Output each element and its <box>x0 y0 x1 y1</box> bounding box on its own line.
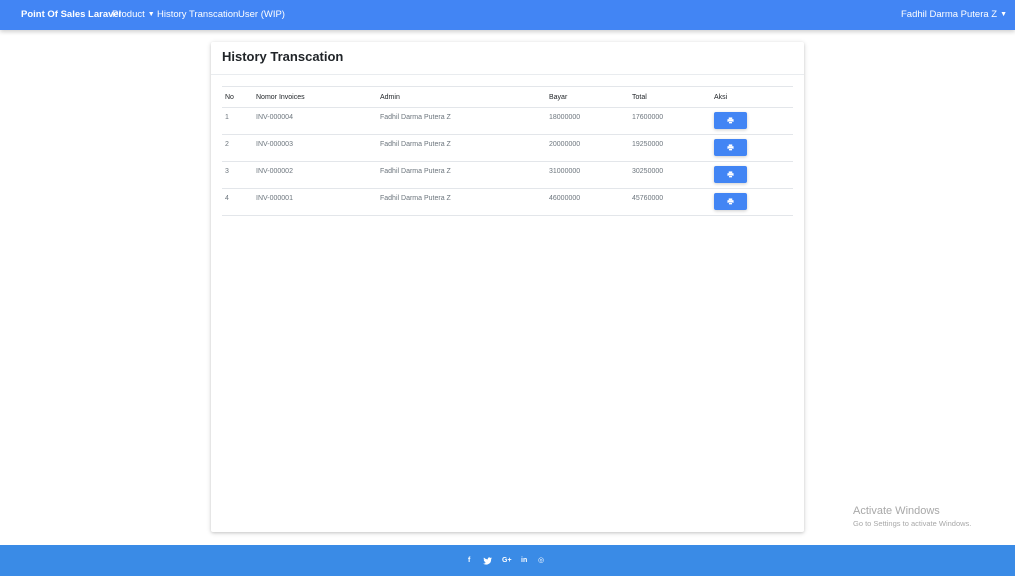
nav-user[interactable]: User (WIP) <box>238 9 285 20</box>
cell-admin: Fadhil Darma Putera Z <box>380 114 451 121</box>
cell-bayar: 18000000 <box>549 114 581 121</box>
caret-down-icon: ▼ <box>147 11 155 18</box>
cell-admin: Fadhil Darma Putera Z <box>380 168 451 175</box>
print-icon <box>727 144 734 151</box>
print-button[interactable] <box>714 166 747 183</box>
top-navbar: Point Of Sales Laravel Product ▼ History … <box>0 0 1015 30</box>
google-plus-icon[interactable]: G+ <box>502 557 512 565</box>
print-icon <box>727 171 734 178</box>
twitter-icon[interactable] <box>483 557 492 568</box>
header-no: No <box>222 86 253 108</box>
cell-no: 4 <box>225 195 229 202</box>
dribbble-icon[interactable]: ◎ <box>538 557 544 565</box>
print-icon <box>727 117 734 124</box>
cell-total: 45760000 <box>632 195 664 202</box>
cell-bayar: 31000000 <box>549 168 581 175</box>
table-row: 4 INV-000001 Fadhil Darma Putera Z 46000… <box>222 188 793 216</box>
cell-no: 1 <box>225 114 229 121</box>
table-row: 1 INV-000004 Fadhil Darma Putera Z 18000… <box>222 107 793 135</box>
watermark-title: Activate Windows <box>853 505 940 517</box>
cell-invoice: INV-000002 <box>256 168 293 175</box>
table-row: 3 INV-000002 Fadhil Darma Putera Z 31000… <box>222 161 793 189</box>
cell-total: 17600000 <box>632 114 664 121</box>
nav-history-transcation[interactable]: History Transcation <box>157 9 238 20</box>
print-button[interactable] <box>714 112 747 129</box>
nav-brand[interactable]: Point Of Sales Laravel <box>21 9 121 20</box>
cell-admin: Fadhil Darma Putera Z <box>380 141 451 148</box>
cell-total: 19250000 <box>632 141 664 148</box>
table-row: 2 INV-000003 Fadhil Darma Putera Z 20000… <box>222 134 793 162</box>
nav-product-label: Product <box>112 9 145 20</box>
watermark-subtitle: Go to Settings to activate Windows. <box>853 519 972 528</box>
windows-activation-watermark: Activate Windows Go to Settings to activ… <box>853 505 971 528</box>
page-title: History Transcation <box>222 49 344 64</box>
cell-invoice: INV-000003 <box>256 141 293 148</box>
cell-invoice: INV-000004 <box>256 114 293 121</box>
nav-product-dropdown[interactable]: Product ▼ <box>112 9 155 20</box>
print-button[interactable] <box>714 193 747 210</box>
nav-user-name: Fadhil Darma Putera Z <box>901 9 998 20</box>
header-bayar: Bayar <box>546 86 629 108</box>
table-header-row: No Nomor Invoices Admin Bayar Total Aksi <box>222 86 793 108</box>
print-icon <box>727 198 734 205</box>
header-aksi: Aksi <box>711 86 793 108</box>
cell-invoice: INV-000001 <box>256 195 293 202</box>
transaction-table: No Nomor Invoices Admin Bayar Total Aksi… <box>222 86 793 216</box>
cell-no: 2 <box>225 141 229 148</box>
card-divider <box>211 74 804 75</box>
cell-total: 30250000 <box>632 168 664 175</box>
history-card: History Transcation No Nomor Invoices Ad… <box>211 42 804 532</box>
linkedin-icon[interactable]: in <box>521 557 527 565</box>
cell-bayar: 46000000 <box>549 195 581 202</box>
cell-no: 3 <box>225 168 229 175</box>
cell-bayar: 20000000 <box>549 141 581 148</box>
print-button[interactable] <box>714 139 747 156</box>
footer: f G+ in ◎ <box>0 545 1015 576</box>
facebook-icon[interactable]: f <box>468 557 470 565</box>
caret-down-icon: ▼ <box>1000 11 1008 18</box>
nav-user-dropdown[interactable]: Fadhil Darma Putera Z ▼ <box>901 9 1007 20</box>
cell-admin: Fadhil Darma Putera Z <box>380 195 451 202</box>
header-nomor-invoices: Nomor Invoices <box>253 86 377 108</box>
header-total: Total <box>629 86 711 108</box>
header-admin: Admin <box>377 86 546 108</box>
